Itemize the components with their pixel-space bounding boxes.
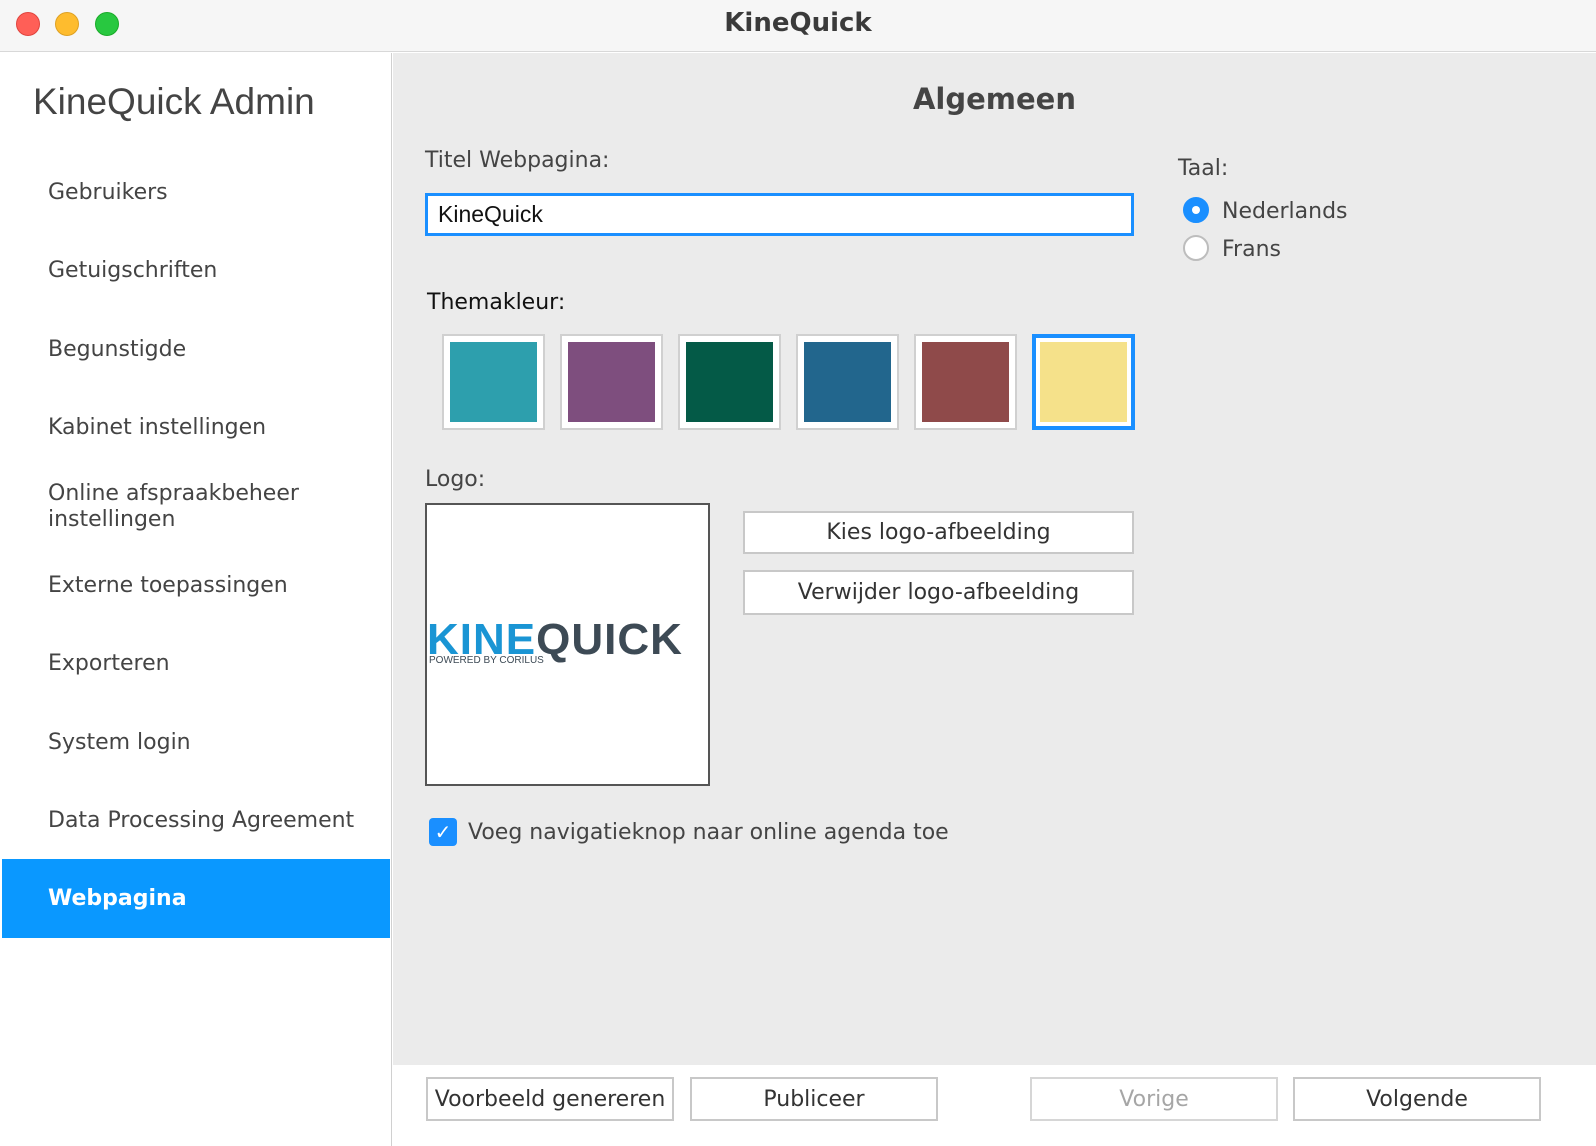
sidebar-item-label: Online afspraakbeheer instellingen (48, 480, 299, 532)
remove-logo-button[interactable]: Verwijder logo-afbeelding (743, 570, 1134, 615)
sidebar-item-label: Data Processing Agreement (48, 807, 355, 833)
theme-color-label: Themakleur: (427, 290, 566, 315)
sidebar-item-getuigschriften[interactable]: Getuigschriften (2, 231, 390, 310)
theme-color-swatch-purple[interactable] (560, 334, 663, 430)
sidebar-item-online-afspraakbeheer[interactable]: Online afspraakbeheer instellingen (2, 467, 390, 546)
logo-preview: KINEQUICK POWERED BY CORILUS (425, 503, 710, 786)
choose-logo-button[interactable]: Kies logo-afbeelding (743, 511, 1134, 554)
sidebar-item-exporteren[interactable]: Exporteren (2, 624, 390, 703)
next-button[interactable]: Volgende (1293, 1077, 1541, 1121)
sidebar-item-label: Externe toepassingen (48, 572, 288, 598)
sidebar-item-gebruikers[interactable]: Gebruikers (2, 153, 390, 232)
sidebar-item-externe-toepassingen[interactable]: Externe toepassingen (2, 546, 390, 625)
section-title: Algemeen (912, 82, 1076, 116)
sidebar-item-label: Kabinet instellingen (48, 414, 267, 440)
publish-button[interactable]: Publiceer (690, 1077, 938, 1121)
radio-frans[interactable] (1183, 235, 1209, 261)
swatch-fill (804, 342, 891, 422)
nav-button-checkbox-label: Voeg navigatieknop naar online agenda to… (468, 820, 949, 845)
language-label: Taal: (1178, 156, 1229, 181)
theme-color-swatch-yellow[interactable] (1032, 334, 1135, 430)
theme-color-swatch-dark-green[interactable] (678, 334, 781, 430)
swatch-fill (450, 342, 537, 422)
sidebar-item-label: Gebruikers (48, 179, 168, 205)
sidebar-title: KineQuick Admin (33, 81, 315, 122)
sidebar-item-label: Webpagina (48, 885, 187, 911)
theme-color-swatch-red[interactable] (914, 334, 1017, 430)
preview-button[interactable]: Voorbeeld genereren (426, 1077, 674, 1121)
sidebar-item-label: System login (48, 729, 191, 755)
swatch-fill (922, 342, 1009, 422)
window-title: KineQuick (724, 8, 872, 38)
sidebar-item-kabinet-instellingen[interactable]: Kabinet instellingen (2, 388, 390, 467)
sidebar-item-label: Begunstigde (48, 336, 187, 362)
page-title-input[interactable] (425, 193, 1134, 236)
checkmark-icon: ✓ (434, 820, 452, 844)
logo-label: Logo: (425, 467, 486, 492)
sidebar-item-webpagina[interactable]: Webpagina (2, 859, 390, 938)
swatch-fill (686, 342, 773, 422)
sidebar-item-data-processing-agreement[interactable]: Data Processing Agreement (2, 781, 390, 860)
radio-nederlands[interactable] (1183, 197, 1209, 223)
sidebar-item-label: Getuigschriften (48, 257, 218, 283)
previous-button[interactable]: Vorige (1030, 1077, 1278, 1121)
title-bar: KineQuick (0, 0, 1596, 52)
logo-subtitle: POWERED BY CORILUS (429, 655, 544, 666)
swatch-fill (568, 342, 655, 422)
radio-nederlands-label: Nederlands (1222, 199, 1348, 224)
theme-color-swatch-teal[interactable] (442, 334, 545, 430)
sidebar-item-begunstigde[interactable]: Begunstigde (2, 310, 390, 389)
swatch-fill (1040, 342, 1127, 422)
page-title-label: Titel Webpagina: (425, 148, 610, 173)
radio-frans-label: Frans (1222, 237, 1281, 262)
theme-color-swatch-blue[interactable] (796, 334, 899, 430)
sidebar-item-system-login[interactable]: System login (2, 703, 390, 782)
nav-button-checkbox[interactable]: ✓ (429, 818, 457, 846)
sidebar-item-label: Exporteren (48, 650, 170, 676)
